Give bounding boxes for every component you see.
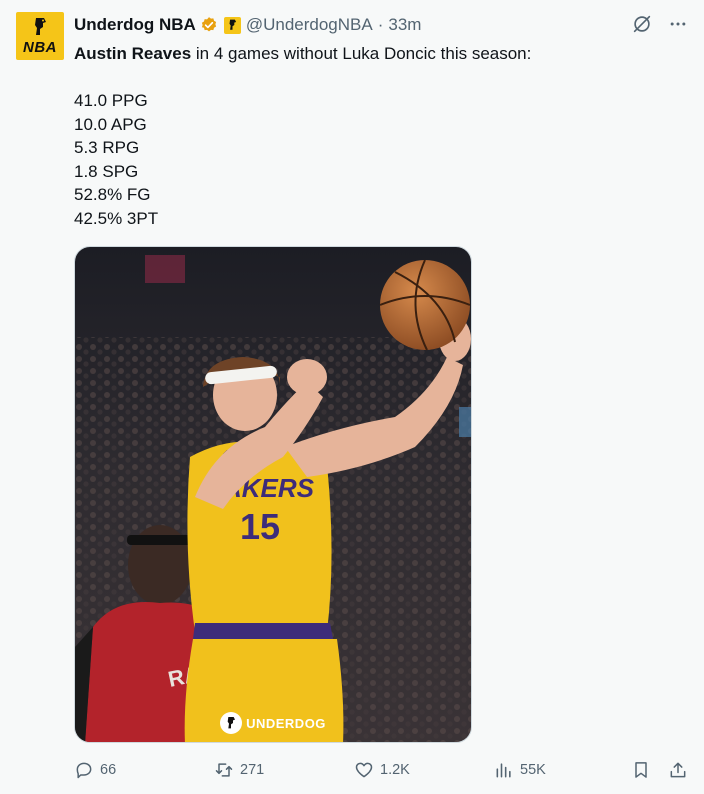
underdog-logo-icon — [220, 712, 243, 734]
grok-icon[interactable] — [630, 12, 654, 36]
jersey-number: 15 — [240, 506, 280, 547]
stat-line: 52.8% FG — [74, 185, 151, 204]
repost-button[interactable]: 271 — [214, 758, 264, 782]
views-count: 55K — [520, 762, 546, 778]
bookmark-icon — [635, 762, 647, 778]
more-icon[interactable] — [666, 12, 690, 36]
share-button[interactable] — [668, 758, 688, 782]
affiliate-badge-icon[interactable] — [223, 16, 241, 34]
header-separator: · — [377, 15, 384, 34]
reply-count: 66 — [100, 762, 117, 778]
bookmark-button[interactable] — [631, 758, 651, 782]
underdog-dog-icon — [35, 18, 46, 35]
like-button[interactable]: 1.2K — [354, 758, 410, 782]
tweet-header: Underdog NBA @UnderdogNBA · 33m — [74, 14, 421, 36]
avatar[interactable]: NBA — [16, 12, 64, 60]
views-button[interactable]: 55K — [494, 758, 546, 782]
tweet-text: Austin Reaves in 4 games without Luka Do… — [74, 42, 674, 230]
player-name: Austin Reaves — [74, 44, 192, 63]
avatar-label: NBA — [23, 39, 57, 56]
stat-line: 1.8 SPG — [74, 161, 139, 181]
stat-line: 5.3 RPG — [74, 138, 140, 157]
underdog-watermark: UNDERDOG — [75, 712, 471, 734]
author-name[interactable]: Underdog NBA — [74, 15, 196, 35]
tweet-text-rest: in 4 games without Luka Doncic this seas… — [191, 44, 532, 63]
player-photo: RA AKERS 15 — [75, 247, 471, 742]
share-icon — [670, 762, 686, 778]
like-count: 1.2K — [380, 762, 410, 778]
tweet-media-photo[interactable]: RA AKERS 15 UNDERDOG — [74, 246, 472, 743]
repost-count: 271 — [240, 762, 265, 778]
stat-line: 10.0 APG — [74, 114, 147, 134]
like-icon — [355, 762, 373, 778]
post-time[interactable]: 33m — [388, 15, 421, 35]
stats-list: 41.0 PPG 10.0 APG 5.3 RPG 1.8 SPG 52.8% … — [74, 89, 674, 230]
repost-icon — [215, 763, 233, 777]
reply-button[interactable]: 66 — [74, 758, 116, 782]
reply-icon — [76, 762, 92, 779]
basketball-icon — [379, 259, 471, 351]
tweet-actions: 66 271 1.2K 55K — [74, 758, 694, 782]
author-handle[interactable]: @UnderdogNBA — [246, 15, 373, 35]
stat-line: 41.0 PPG — [74, 91, 148, 110]
verified-badge-icon[interactable] — [200, 16, 218, 34]
watermark-text: UNDERDOG — [246, 715, 326, 731]
stat-line: 42.5% 3PT — [74, 208, 159, 228]
views-icon — [496, 763, 511, 778]
